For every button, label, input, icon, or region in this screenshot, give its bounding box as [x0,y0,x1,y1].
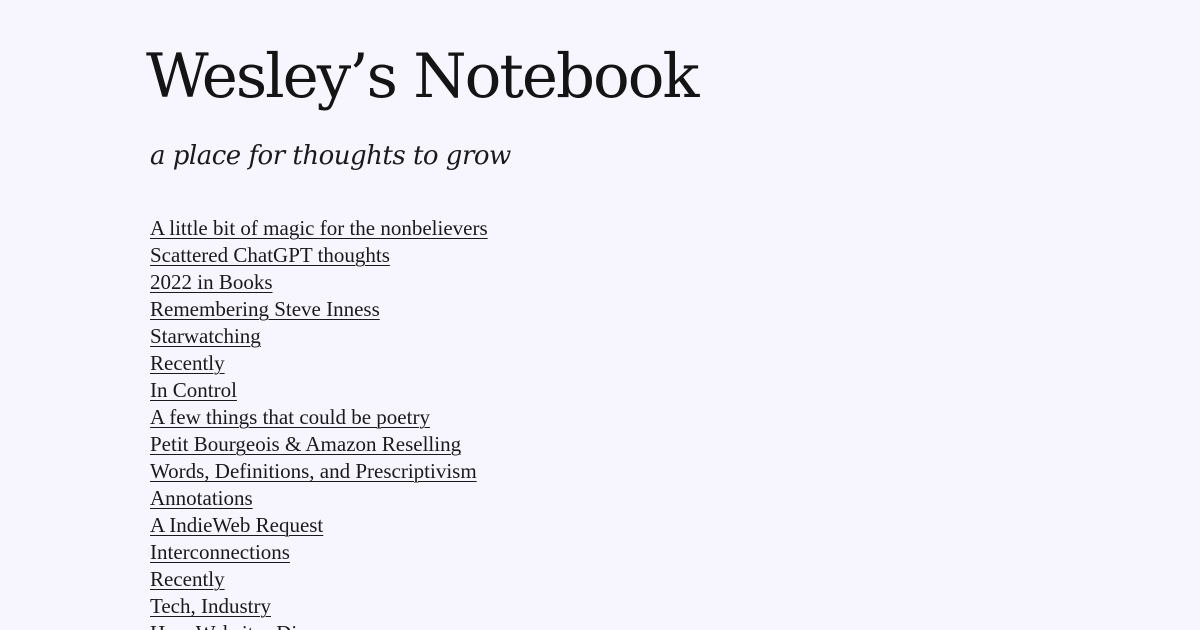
post-link[interactable]: Recently [150,567,225,591]
post-link[interactable]: Interconnections [150,540,290,564]
list-item: A few things that could be poetry [150,404,488,431]
list-item: Recently [150,350,488,377]
list-item: 2022 in Books [150,269,488,296]
list-item: In Control [150,377,488,404]
post-link[interactable]: Petit Bourgeois & Amazon Reselling [150,432,461,456]
list-item: Tech, Industry [150,593,488,620]
list-item: Petit Bourgeois & Amazon Reselling [150,431,488,458]
list-item: Recently [150,566,488,593]
post-link[interactable]: Remembering Steve Inness [150,297,380,321]
post-link[interactable]: Recently [150,351,225,375]
post-link[interactable]: Annotations [150,486,253,510]
list-item: A IndieWeb Request [150,512,488,539]
post-link[interactable]: 2022 in Books [150,270,273,294]
post-link[interactable]: In Control [150,378,237,402]
post-link[interactable]: A few things that could be poetry [150,405,430,429]
list-item: Scattered ChatGPT thoughts [150,242,488,269]
list-item: Interconnections [150,539,488,566]
post-link[interactable]: Tech, Industry [150,594,271,618]
list-item: How Websites Die [150,620,488,630]
list-item: A little bit of magic for the nonbelieve… [150,215,488,242]
post-link[interactable]: Words, Definitions, and Prescriptivism [150,459,477,483]
site-title: Wesley’s Notebook [146,41,699,112]
post-link[interactable]: Scattered ChatGPT thoughts [150,243,390,267]
post-link[interactable]: A IndieWeb Request [150,513,323,537]
post-list: A little bit of magic for the nonbelieve… [150,215,488,630]
list-item: Remembering Steve Inness [150,296,488,323]
list-item: Annotations [150,485,488,512]
list-item: Words, Definitions, and Prescriptivism [150,458,488,485]
site-tagline: a place for thoughts to grow [150,141,511,171]
post-link[interactable]: Starwatching [150,324,261,348]
page: Wesley’s Notebook a place for thoughts t… [0,0,1200,630]
post-link[interactable]: How Websites Die [150,621,307,630]
post-link[interactable]: A little bit of magic for the nonbelieve… [150,216,488,240]
list-item: Starwatching [150,323,488,350]
